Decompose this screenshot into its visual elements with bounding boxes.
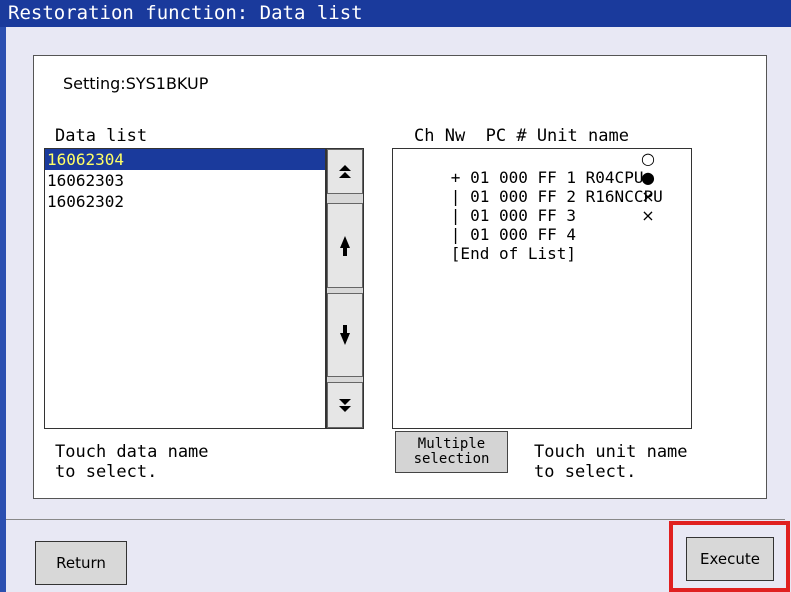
down-arrow-icon: [340, 325, 350, 345]
unit-row[interactable]: | 01 000 FF 3 ×: [393, 187, 691, 225]
unit-status-mark: ×: [641, 187, 655, 206]
data-list-label: Data list: [55, 126, 148, 146]
setting-value: SYS1BKUP: [125, 74, 209, 93]
data-list[interactable]: 16062304 16062303 16062302: [44, 148, 326, 429]
unit-list-header: Ch Nw PC # Unit name: [414, 126, 629, 146]
main-panel: Setting:SYS1BKUP Data list 16062304 1606…: [33, 55, 767, 499]
up-arrow-icon: [340, 235, 350, 256]
unit-row[interactable]: + 01 000 FF 1 R04CPU ○: [393, 149, 691, 187]
data-list-item[interactable]: 16062303: [45, 170, 325, 191]
data-list-item[interactable]: 16062304: [45, 149, 325, 170]
unit-status-mark: ●: [641, 168, 655, 187]
setting-line: Setting:SYS1BKUP: [63, 74, 208, 94]
data-list-hint: Touch data name to select.: [55, 442, 209, 482]
end-of-list-text: [End of List]: [450, 244, 577, 263]
window-left-edge: [0, 0, 6, 592]
unit-row: [End of List]: [393, 225, 691, 263]
unit-list-hint: Touch unit name to select.: [534, 442, 688, 482]
data-list-item[interactable]: 16062302: [45, 191, 325, 212]
multiple-selection-line1: Multiple: [417, 436, 486, 452]
scroll-up-button[interactable]: [327, 203, 363, 288]
double-down-arrow-icon: [339, 399, 351, 412]
unit-status-mark: ○: [641, 149, 655, 168]
unit-row[interactable]: | 01 000 FF 2 R16NCCPU ●: [393, 168, 691, 206]
scroll-down-button[interactable]: [327, 293, 363, 377]
scroll-top-button[interactable]: [327, 149, 363, 194]
multiple-selection-line2: selection: [413, 451, 490, 467]
unit-row[interactable]: | 01 000 FF 4 ×: [393, 206, 691, 244]
data-list-scrollbar[interactable]: [326, 148, 364, 429]
window-title: Restoration function: Data list: [0, 0, 791, 27]
double-up-arrow-icon: [339, 164, 351, 178]
unit-list[interactable]: + 01 000 FF 1 R04CPU ○ | 01 000 FF 2 R16…: [392, 148, 692, 429]
scroll-bottom-button[interactable]: [327, 382, 363, 428]
return-button[interactable]: Return: [35, 541, 127, 585]
execute-highlight-frame: [669, 521, 790, 592]
unit-status-mark: ×: [641, 206, 655, 225]
setting-label: Setting:: [63, 74, 126, 93]
multiple-selection-button[interactable]: Multiple selection: [395, 431, 508, 473]
footer-divider: [6, 519, 785, 520]
